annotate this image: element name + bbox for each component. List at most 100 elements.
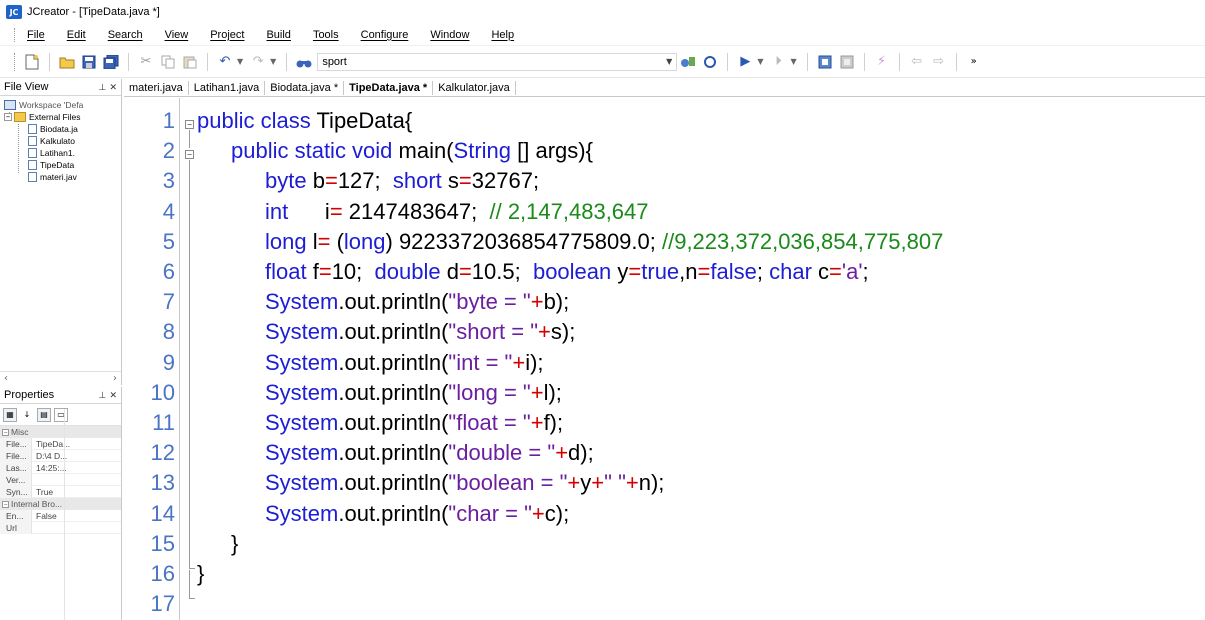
tree-item-file[interactable]: materi.jav <box>0 171 121 183</box>
tree-item-file[interactable]: Kalkulato <box>0 135 121 147</box>
tree-item-file[interactable]: Biodata.ja <box>0 123 121 135</box>
menu-tools[interactable]: Tools <box>313 29 339 41</box>
menu-grip-handle[interactable] <box>14 27 17 42</box>
code-line[interactable]: float f=10; double d=10.5; boolean y=tru… <box>265 259 869 285</box>
tree-item-external-files[interactable]: − External Files <box>0 111 121 123</box>
tree-item-file[interactable]: TipeData <box>0 159 121 171</box>
code-line[interactable]: long l= (long) 9223372036854775809.0; //… <box>265 229 943 255</box>
tab-tipedata[interactable]: TipeData.java * <box>344 80 434 95</box>
code-line[interactable]: public class TipeData{ <box>197 108 412 134</box>
menu-search[interactable]: Search <box>108 29 143 41</box>
step-icon[interactable]: ⏵ <box>769 53 787 71</box>
menu-project[interactable]: Project <box>210 29 244 41</box>
search-combobox[interactable]: ▼ <box>317 52 678 71</box>
sort-alphabetical-icon[interactable]: ↓ <box>20 407 34 422</box>
run-dropdown-icon[interactable]: ▼ <box>757 57 763 66</box>
undo-dropdown-icon[interactable]: ▼ <box>237 57 243 66</box>
cut-icon[interactable]: ✂ <box>137 53 155 71</box>
tree-item-workspace[interactable]: Workspace 'Defa <box>0 99 121 111</box>
scroll-left-icon[interactable]: ‹ <box>4 373 8 384</box>
tree-item-file[interactable]: Latihan1. <box>0 147 121 159</box>
wizard-icon[interactable]: ⚡ <box>873 53 891 71</box>
save-icon[interactable] <box>80 53 98 71</box>
code-token: 127; <box>337 168 393 194</box>
property-row[interactable]: En... False <box>0 509 121 522</box>
build-icon[interactable] <box>838 53 856 71</box>
tab-biodata[interactable]: Biodata.java * <box>265 80 345 95</box>
property-row[interactable]: Url <box>0 521 121 534</box>
code-line[interactable]: System.out.println("short = "+s); <box>265 319 575 345</box>
property-row[interactable]: File... D:\4 D... <box>0 449 121 462</box>
close-icon[interactable]: ✕ <box>109 83 117 93</box>
menu-file[interactable]: File <box>27 29 45 41</box>
run-icon[interactable]: ▶ <box>736 53 754 71</box>
collapse-icon[interactable]: − <box>4 113 12 121</box>
property-value[interactable]: False <box>32 511 57 521</box>
class-icon[interactable] <box>701 53 719 71</box>
code-line[interactable]: System.out.println("char = "+c); <box>265 501 569 527</box>
undo-icon[interactable]: ↶ <box>216 53 234 71</box>
fold-collapse-icon[interactable]: − <box>185 120 194 129</box>
overflow-icon[interactable]: » <box>965 53 983 71</box>
code-line[interactable]: System.out.println("byte = "+b); <box>265 289 569 315</box>
menu-build[interactable]: Build <box>266 29 290 41</box>
paste-icon[interactable] <box>181 53 199 71</box>
property-pages-icon[interactable]: ▤ <box>37 407 51 422</box>
menu-window[interactable]: Window <box>430 29 469 41</box>
scroll-right-icon[interactable]: › <box>113 373 117 384</box>
redo-icon[interactable]: ↷ <box>249 53 267 71</box>
code-line[interactable]: } <box>197 561 204 587</box>
new-file-icon[interactable] <box>23 53 41 71</box>
code-line[interactable]: } <box>231 531 238 557</box>
property-row[interactable]: Syn... True <box>0 485 121 498</box>
code-line[interactable]: System.out.println("float = "+f); <box>265 410 563 436</box>
code-token: } <box>231 530 239 556</box>
compile-icon[interactable] <box>816 53 834 71</box>
property-row[interactable]: Las... 14:25:... <box>0 461 121 474</box>
code-line[interactable]: public static void main(String [] args){ <box>231 138 593 164</box>
collapse-icon[interactable]: − <box>2 500 9 508</box>
redo-dropdown-icon[interactable]: ▼ <box>270 57 276 66</box>
toolbar-grip-handle[interactable] <box>14 52 17 71</box>
jcreator-app-icon[interactable]: JC <box>6 5 22 19</box>
code-line[interactable]: int i= 2147483647; // 2,147,483,647 <box>265 199 649 225</box>
property-row[interactable]: File... TipeDa... <box>0 437 121 450</box>
menu-view[interactable]: View <box>165 29 189 41</box>
close-icon[interactable]: ✕ <box>109 391 117 401</box>
search-dropdown-icon[interactable]: ▼ <box>666 57 672 66</box>
pin-icon[interactable]: ⊥ <box>99 391 107 401</box>
code-editor[interactable]: 1 2 3 4 5 6 7 8 9 10 11 12 13 14 15 16 17 − − public cla… <box>124 98 1205 620</box>
pin-icon[interactable]: ⊥ <box>99 83 107 93</box>
back-icon[interactable]: ⇦ <box>908 53 926 71</box>
code-line[interactable]: System.out.println("double = "+d); <box>265 440 594 466</box>
tab-kalkulator[interactable]: Kalkulator.java <box>433 80 516 95</box>
fold-collapse-icon[interactable]: − <box>185 150 194 159</box>
find-replace-icon[interactable] <box>679 53 697 71</box>
code-line[interactable]: byte b=127; short s=32767; <box>265 168 539 194</box>
menu-help[interactable]: Help <box>491 29 514 41</box>
code-line[interactable]: System.out.println("long = "+l); <box>265 380 562 406</box>
code-line[interactable]: System.out.println("int = "+i); <box>265 350 544 376</box>
open-folder-icon[interactable] <box>58 53 76 71</box>
property-row[interactable]: Ver... <box>0 473 121 486</box>
find-icon[interactable] <box>295 53 313 71</box>
events-icon[interactable]: ▭ <box>54 407 68 422</box>
tab-latihan1[interactable]: Latihan1.java <box>189 80 266 95</box>
property-value[interactable]: D:\4 D... <box>32 451 67 461</box>
copy-icon[interactable] <box>159 53 177 71</box>
property-value[interactable]: 14:25:... <box>32 463 67 473</box>
horizontal-scrollbar[interactable]: ‹ › <box>0 371 121 385</box>
categorized-icon[interactable]: ▦ <box>3 407 17 422</box>
code-line[interactable]: System.out.println("boolean = "+y+" "+n)… <box>265 470 664 496</box>
step-dropdown-icon[interactable]: ▼ <box>790 57 796 66</box>
search-input[interactable] <box>322 55 643 68</box>
property-value[interactable]: True <box>32 487 53 497</box>
collapse-icon[interactable]: − <box>2 428 9 436</box>
menu-configure[interactable]: Configure <box>361 29 409 41</box>
menu-edit[interactable]: Edit <box>67 29 86 41</box>
tab-materi[interactable]: materi.java <box>124 80 189 95</box>
property-category[interactable]: − Internal Bro... <box>0 498 121 510</box>
property-category[interactable]: − Misc <box>0 426 121 438</box>
save-all-icon[interactable] <box>102 53 120 71</box>
forward-icon[interactable]: ⇨ <box>930 53 948 71</box>
